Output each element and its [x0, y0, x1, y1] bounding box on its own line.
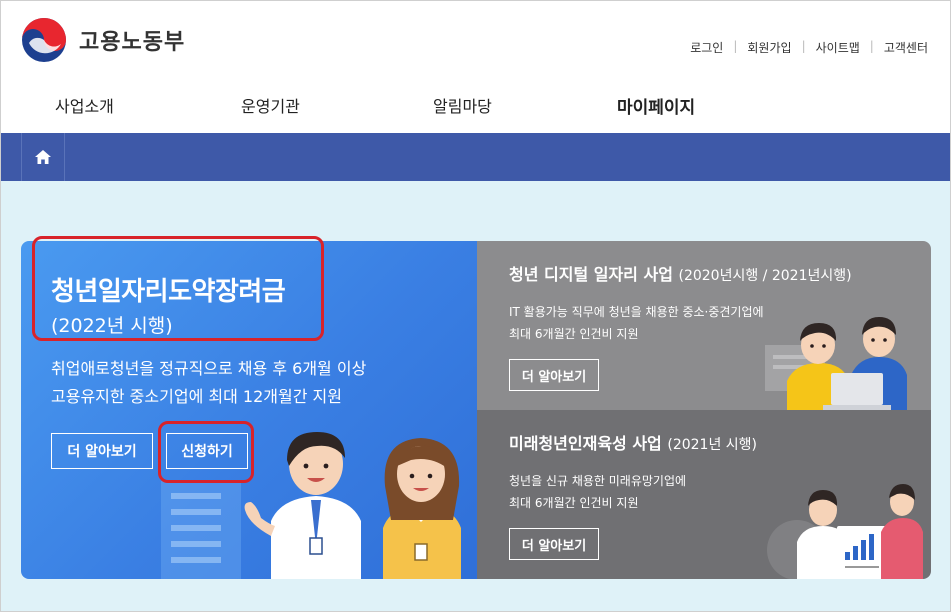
title-highlight-ring — [32, 236, 324, 341]
digital-learn-more-button[interactable]: 더 알아보기 — [509, 359, 599, 391]
login-link[interactable]: 로그인 — [690, 39, 723, 56]
breadcrumb-bar — [1, 133, 950, 181]
customer-center-link[interactable]: 고객센터 — [884, 39, 928, 56]
digital-card-title: 청년 디지털 일자리 사업 (2020년시행 / 2021년시행) — [509, 261, 852, 285]
home-button[interactable] — [21, 133, 65, 181]
card-youth-digital-jobs: 청년 디지털 일자리 사업 (2020년시행 / 2021년시행) IT 활용가… — [477, 241, 931, 410]
digital-desc-line2: 최대 6개월간 인건비 지원 — [509, 327, 639, 341]
nav-item-my-page[interactable]: 마이페이지 — [617, 93, 695, 118]
future-desc-line2: 최대 6개월간 인건비 지원 — [509, 496, 639, 510]
ministry-logo[interactable]: 고용노동부 — [21, 17, 185, 63]
future-card-title-main: 미래청년인재육성 사업 — [509, 434, 662, 453]
apply-highlight-ring — [158, 421, 254, 483]
logo-text: 고용노동부 — [79, 30, 186, 55]
utility-links: 로그인 | 회원가입 | 사이트맵 | 고객센터 — [690, 39, 928, 56]
nav-item-business-intro[interactable]: 사업소개 — [55, 93, 114, 117]
divider: | — [801, 39, 806, 53]
future-card-description: 청년을 신규 채용한 미래유망기업에 최대 6개월간 인건비 지원 — [509, 470, 686, 514]
digital-desc-line1: IT 활용가능 직무에 청년을 채용한 중소·중견기업에 — [509, 305, 764, 319]
card-future-youth-talent: 미래청년인재육성 사업 (2021년 시행) 청년을 신규 채용한 미래유망기업… — [477, 410, 931, 579]
digital-card-illustration — [765, 317, 907, 410]
main-navigation: 사업소개 운영기관 알림마당 마이페이지 — [1, 93, 950, 123]
hero-learn-more-button[interactable]: 더 알아보기 — [51, 433, 153, 469]
digital-card-period: (2020년시행 / 2021년시행) — [678, 268, 852, 284]
signup-link[interactable]: 회원가입 — [747, 39, 791, 56]
divider: | — [869, 39, 874, 53]
digital-card-description: IT 활용가능 직무에 청년을 채용한 중소·중견기업에 최대 6개월간 인건비… — [509, 301, 764, 345]
hero-desc-line2: 고용유지한 중소기업에 최대 12개월간 지원 — [51, 387, 342, 406]
future-card-title: 미래청년인재육성 사업 (2021년 시행) — [509, 430, 757, 454]
hero-desc-line1: 취업애로청년을 정규직으로 채용 후 6개월 이상 — [51, 359, 367, 378]
divider: | — [733, 39, 738, 53]
future-learn-more-button[interactable]: 더 알아보기 — [509, 528, 599, 560]
hero-people-illustration — [244, 432, 461, 579]
future-card-period: (2021년 시행) — [667, 437, 758, 453]
nav-item-notice-board[interactable]: 알림마당 — [433, 93, 492, 117]
taegeuk-logo-icon — [22, 18, 66, 62]
sitemap-link[interactable]: 사이트맵 — [816, 39, 860, 56]
page-frame: 고용노동부 로그인 | 회원가입 | 사이트맵 | 고객센터 사업소개 운영기관… — [0, 0, 951, 612]
digital-card-title-main: 청년 디지털 일자리 사업 — [509, 265, 673, 284]
hero-description: 취업애로청년을 정규직으로 채용 후 6개월 이상 고용유지한 중소기업에 최대… — [51, 355, 366, 411]
home-icon — [35, 150, 51, 164]
future-card-illustration — [767, 484, 923, 579]
nav-item-operating-agencies[interactable]: 운영기관 — [241, 93, 300, 117]
future-desc-line1: 청년을 신규 채용한 미래유망기업에 — [509, 474, 687, 488]
